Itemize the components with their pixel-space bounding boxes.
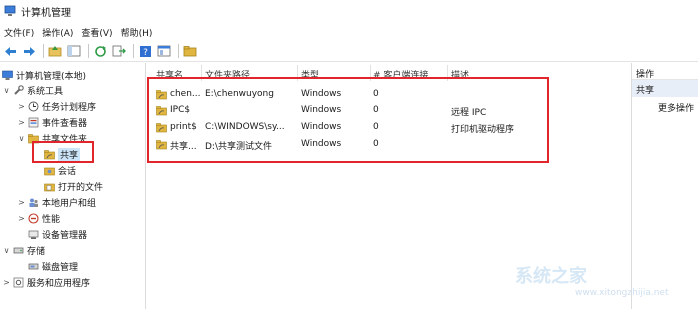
tree-item-label: 任务计划程序 [42, 103, 97, 113]
tree-item-device-manager[interactable]: 设备管理器 [28, 227, 87, 242]
tree-item-open-files[interactable]: 打开的文件 [44, 179, 103, 194]
computer-management-icon [4, 5, 16, 16]
collapse-icon[interactable]: ∨ [2, 246, 11, 255]
tree-item-label: 设备管理器 [42, 231, 88, 241]
tree-item-label: 计算机管理(本地) [16, 72, 87, 82]
tree-item-label: 存储 [27, 247, 46, 257]
expand-icon[interactable]: > [17, 118, 26, 127]
title-bar: 计算机管理 [0, 0, 698, 22]
menu-help[interactable]: 帮助(H) [119, 26, 159, 39]
expand-icon[interactable]: > [17, 198, 26, 207]
watermark-text: 系统之家 [515, 265, 587, 287]
computer-management-icon [2, 70, 13, 81]
open-files-icon [44, 181, 55, 192]
menu-action[interactable]: 操作(A) [40, 26, 79, 39]
services-icon [13, 277, 24, 288]
event-viewer-icon [28, 117, 39, 128]
back-icon[interactable] [2, 43, 18, 59]
device-manager-icon [28, 229, 39, 240]
help-icon[interactable]: ? [137, 43, 153, 59]
up-icon[interactable] [47, 43, 63, 59]
more-actions-link[interactable]: 更多操作 [632, 97, 698, 114]
users-icon [28, 197, 39, 208]
tree-item-performance[interactable]: > 性能 [17, 211, 60, 226]
toolbar-separator [88, 44, 89, 58]
storage-icon [13, 245, 24, 256]
properties-icon[interactable] [156, 43, 172, 59]
toolbar-separator [43, 44, 44, 58]
toolbar: ? [0, 41, 698, 62]
show-hide-tree-icon[interactable] [66, 43, 82, 59]
window-title: 计算机管理 [21, 7, 71, 19]
menu-file[interactable]: 文件(F) [2, 26, 40, 39]
tree-item-label: 会话 [58, 167, 77, 177]
expand-icon[interactable]: > [17, 214, 26, 223]
tree-item-label: 本地用户和组 [42, 199, 97, 209]
tree-item-label: 磁盘管理 [42, 263, 79, 273]
refresh-icon[interactable] [92, 43, 108, 59]
tree-item-disk-management[interactable]: 磁盘管理 [28, 259, 78, 274]
tree-item-label: 服务和应用程序 [27, 279, 91, 289]
performance-icon [28, 213, 39, 224]
watermark-logo: 系统之家 www.xitongzhijia.net [515, 250, 698, 309]
forward-icon[interactable] [21, 43, 37, 59]
share-icon[interactable] [182, 43, 198, 59]
actions-section-shares[interactable]: 共享 [632, 80, 698, 97]
toolbar-separator [133, 44, 134, 58]
tools-icon [13, 85, 24, 96]
tree-item-system-tools[interactable]: ∨ 系统工具 [2, 83, 63, 98]
tree-item-label: 系统工具 [27, 87, 64, 97]
tree-item-sessions[interactable]: 会话 [44, 163, 76, 178]
actions-header: 操作 [632, 63, 698, 80]
highlight-box-shares [32, 141, 94, 163]
navigation-tree: 计算机管理(本地) ∨ 系统工具 > 任务计划程序 > 事件查看器 ∨ 共享文件… [0, 63, 146, 309]
tree-item-task-scheduler[interactable]: > 任务计划程序 [17, 99, 96, 114]
toolbar-separator [178, 44, 179, 58]
tree-item-services-applications[interactable]: > 服务和应用程序 [2, 275, 90, 290]
highlight-box-list [147, 77, 549, 163]
export-icon[interactable] [111, 43, 127, 59]
collapse-icon[interactable]: ∨ [17, 134, 26, 143]
svg-text:?: ? [143, 48, 148, 58]
menu-view[interactable]: 查看(V) [79, 26, 118, 39]
tree-item-event-viewer[interactable]: > 事件查看器 [17, 115, 87, 130]
menu-bar: 文件(F) 操作(A) 查看(V) 帮助(H) [0, 24, 158, 40]
tree-item-label: 性能 [42, 215, 61, 225]
sessions-icon [44, 165, 55, 176]
expand-icon[interactable]: > [17, 102, 26, 111]
tree-item-local-users-groups[interactable]: > 本地用户和组 [17, 195, 96, 210]
expand-icon[interactable]: > [2, 278, 11, 287]
clock-icon [28, 101, 39, 112]
watermark-url: www.xitongzhijia.net [575, 287, 669, 298]
tree-item-computer-management[interactable]: 计算机管理(本地) [2, 68, 86, 83]
disk-icon [28, 261, 39, 272]
tree-item-label: 事件查看器 [42, 119, 88, 129]
tree-item-storage[interactable]: ∨ 存储 [2, 243, 45, 258]
collapse-icon[interactable]: ∨ [2, 86, 11, 95]
tree-item-label: 打开的文件 [58, 183, 104, 193]
